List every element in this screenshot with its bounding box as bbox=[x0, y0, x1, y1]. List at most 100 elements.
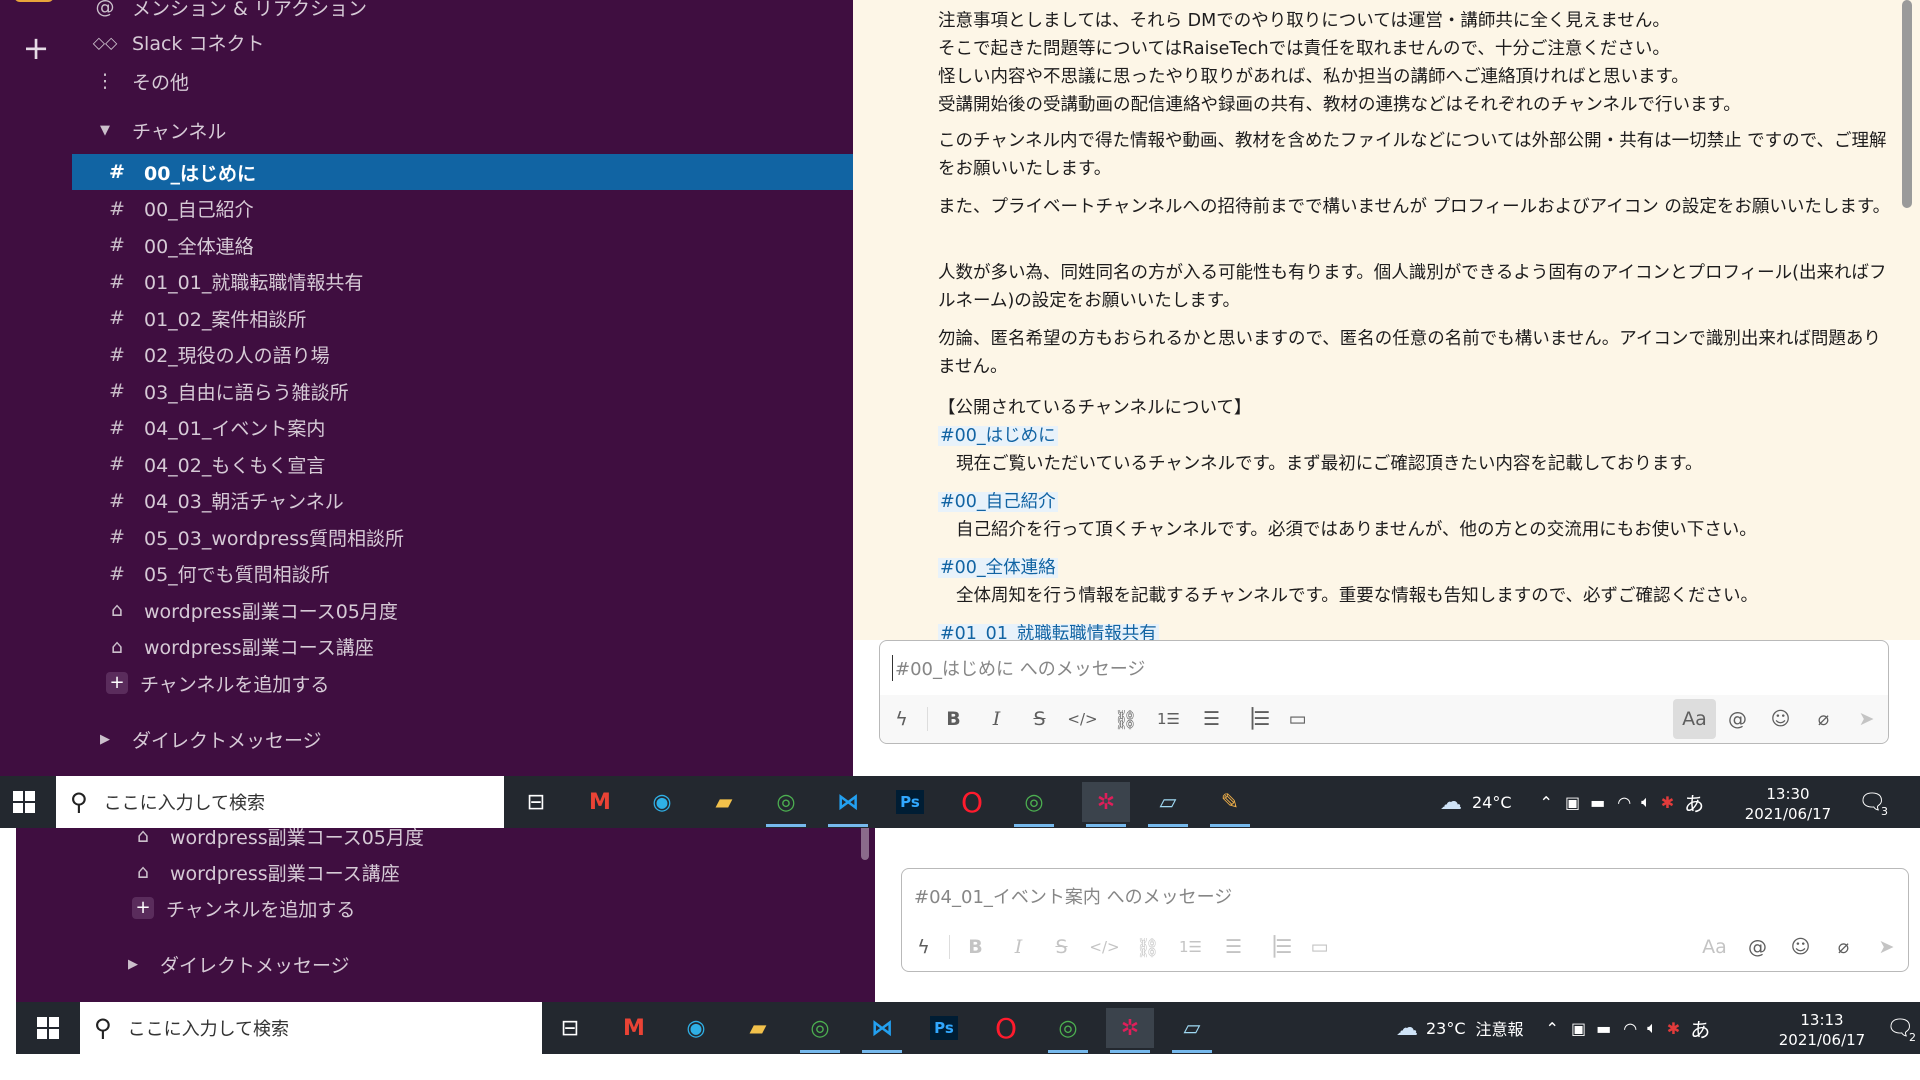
attachment-icon[interactable]: ⌀ bbox=[1802, 708, 1845, 730]
system-tray: ☁ 24°C ⌃ ▣ ▬ ◠ 🔈︎ ✱ あ bbox=[1440, 776, 1704, 828]
bulleted-list-icon[interactable]: ☰ bbox=[1212, 936, 1255, 958]
photoshop-icon[interactable]: Ps bbox=[886, 782, 934, 822]
opera-icon[interactable]: O bbox=[982, 1008, 1030, 1048]
back-clock[interactable]: 13:13 2021/06/17 bbox=[1772, 1010, 1872, 1050]
message-composer[interactable]: #00_はじめに へのメッセージ ϟ B I S </> ⛓ 1☰ ☰ ▕☰ ▭… bbox=[879, 640, 1889, 744]
back-aa-format-button[interactable]: Aa bbox=[1693, 936, 1736, 958]
slack-icon[interactable]: ✲ bbox=[1082, 782, 1130, 827]
back-add-channel-button[interactable]: + チャンネルを追加する bbox=[128, 890, 875, 926]
back-dm-section-toggle[interactable]: ▶ ダイレクトメッセージ bbox=[118, 946, 875, 982]
back-date: 2021/06/17 bbox=[1778, 1031, 1866, 1049]
weather-cloud-icon[interactable]: ☁ bbox=[1440, 790, 1462, 815]
bulleted-list-icon[interactable]: ☰ bbox=[1190, 708, 1233, 730]
code-icon[interactable]: </> bbox=[1083, 938, 1126, 956]
code-block-icon[interactable]: ▭ bbox=[1298, 936, 1341, 958]
back-weather-temp[interactable]: 23°C bbox=[1426, 1019, 1466, 1038]
attachment-icon[interactable]: ⌀ bbox=[1822, 936, 1865, 958]
chevron-up-icon[interactable]: ⌃ bbox=[1546, 1019, 1559, 1038]
strikethrough-icon[interactable]: S bbox=[1018, 708, 1061, 730]
taskbar-search[interactable]: ⚲ ここに入力して検索 bbox=[56, 776, 504, 828]
weather-temp[interactable]: 24°C bbox=[1472, 793, 1512, 812]
message-input[interactable]: #00_はじめに へのメッセージ bbox=[892, 655, 1145, 681]
chevron-up-icon[interactable]: ⌃ bbox=[1540, 793, 1553, 812]
task-view-icon[interactable]: ⊟ bbox=[512, 782, 560, 822]
opera-icon[interactable]: O bbox=[948, 782, 996, 822]
gmail-icon[interactable]: M bbox=[610, 1008, 658, 1048]
file-explorer-icon[interactable]: ▰ bbox=[700, 782, 748, 822]
lightning-icon[interactable]: ϟ bbox=[902, 936, 945, 958]
back-mention-button[interactable]: @ bbox=[1736, 936, 1779, 958]
weather-cloud-icon[interactable]: ☁ bbox=[1396, 1016, 1418, 1041]
strikethrough-icon[interactable]: S bbox=[1040, 936, 1083, 958]
code-icon[interactable]: </> bbox=[1061, 710, 1104, 728]
chrome-icon[interactable]: ◎ bbox=[762, 782, 810, 827]
windows-start-icon[interactable] bbox=[24, 1008, 72, 1048]
divider bbox=[949, 935, 950, 959]
clock[interactable]: 13:30 2021/06/17 bbox=[1738, 784, 1838, 824]
vscode-icon[interactable]: ⋈ bbox=[858, 1008, 906, 1053]
caret-right-icon: ▶ bbox=[128, 956, 138, 972]
aa-format-button[interactable]: Aa bbox=[1673, 699, 1716, 739]
back-taskbar-search[interactable]: ⚲ ここに入力して検索 bbox=[80, 1002, 542, 1054]
camera-icon[interactable]: ▣ bbox=[1571, 1019, 1586, 1038]
chrome-icon[interactable]: ◎ bbox=[1044, 1008, 1092, 1053]
channel-link[interactable]: #01_01_就職転職情報共有 bbox=[938, 624, 1159, 640]
link-icon[interactable]: ⛓ bbox=[1126, 936, 1169, 959]
channel-link[interactable]: #00_自己紹介 bbox=[938, 492, 1058, 512]
edge-icon[interactable]: ◉ bbox=[638, 782, 686, 822]
slack-icon[interactable]: ✲ bbox=[1106, 1008, 1154, 1053]
blockquote-icon[interactable]: ▕☰ bbox=[1255, 936, 1298, 958]
paint-icon[interactable]: ✎ bbox=[1206, 782, 1254, 827]
chrome-icon[interactable]: ◎ bbox=[796, 1008, 844, 1053]
message-paragraph: 勿論、匿名希望の方もおられるかと思いますので、匿名の任意の名前でも構いません。ア… bbox=[938, 329, 1881, 377]
battery-icon[interactable]: ▬ bbox=[1590, 793, 1605, 812]
italic-icon[interactable]: I bbox=[997, 936, 1040, 958]
ordered-list-icon[interactable]: 1☰ bbox=[1169, 938, 1212, 956]
vscode-icon[interactable]: ⋈ bbox=[824, 782, 872, 827]
back-message-composer[interactable]: #04_01_イベント案内 へのメッセージ ϟ B I S </> ⛓ 1☰ ☰… bbox=[901, 868, 1909, 972]
add-channel-button[interactable]: + チャンネルを追加する bbox=[102, 665, 853, 701]
gmail-icon[interactable]: M bbox=[576, 782, 624, 822]
bold-icon[interactable]: B bbox=[954, 936, 997, 958]
blockquote-icon[interactable]: ▕☰ bbox=[1233, 708, 1276, 730]
notification-center-icon[interactable]: 🗨︎ 3 bbox=[1848, 782, 1896, 822]
back-ime-indicator[interactable]: あ bbox=[1690, 1014, 1710, 1043]
code-block-icon[interactable]: ▭ bbox=[1276, 708, 1319, 730]
back-weather-alert[interactable]: 注意報 bbox=[1476, 1016, 1524, 1040]
bold-icon[interactable]: B bbox=[932, 708, 975, 730]
photoshop-icon[interactable]: Ps bbox=[920, 1008, 968, 1048]
battery-icon[interactable]: ▬ bbox=[1596, 1019, 1611, 1038]
back-message-input[interactable]: #04_01_イベント案内 へのメッセージ bbox=[914, 883, 1232, 909]
notification-center-icon[interactable]: 🗨︎ 2 bbox=[1876, 1008, 1920, 1048]
volume-icon[interactable]: 🔈︎ bbox=[1647, 1018, 1657, 1038]
send-icon[interactable]: ➤ bbox=[1865, 936, 1908, 958]
ordered-list-icon[interactable]: 1☰ bbox=[1147, 710, 1190, 728]
emoji-icon[interactable]: ☺ bbox=[1759, 708, 1802, 730]
edge-icon[interactable]: ◉ bbox=[672, 1008, 720, 1048]
volume-icon[interactable]: 🔈︎ bbox=[1641, 792, 1651, 812]
emoji-icon[interactable]: ☺ bbox=[1779, 936, 1822, 958]
plus-icon: + bbox=[106, 672, 128, 694]
send-icon[interactable]: ➤ bbox=[1845, 708, 1888, 730]
notepad-icon[interactable]: ▱ bbox=[1144, 782, 1192, 827]
antivirus-icon[interactable]: ✱ bbox=[1661, 793, 1674, 812]
file-explorer-icon[interactable]: ▰ bbox=[734, 1008, 782, 1048]
channel-link[interactable]: #00_全体連絡 bbox=[938, 558, 1058, 578]
chrome-icon[interactable]: ◎ bbox=[1010, 782, 1058, 827]
ime-indicator[interactable]: あ bbox=[1684, 788, 1704, 817]
lock-icon: ⌂ bbox=[136, 825, 150, 847]
italic-icon[interactable]: I bbox=[975, 708, 1018, 730]
antivirus-icon[interactable]: ✱ bbox=[1667, 1019, 1680, 1038]
wifi-icon[interactable]: ◠ bbox=[1617, 793, 1631, 812]
windows-start-icon[interactable] bbox=[0, 782, 48, 822]
link-icon[interactable]: ⛓ bbox=[1104, 708, 1147, 731]
lightning-icon[interactable]: ϟ bbox=[880, 708, 923, 730]
camera-icon[interactable]: ▣ bbox=[1565, 793, 1580, 812]
wifi-icon[interactable]: ◠ bbox=[1623, 1019, 1637, 1038]
notepad-icon[interactable]: ▱ bbox=[1168, 1008, 1216, 1053]
back-channel-item[interactable]: ⌂ wordpress副業コース講座 bbox=[128, 854, 875, 890]
mention-button[interactable]: @ bbox=[1716, 708, 1759, 730]
channel-link[interactable]: #00_はじめに bbox=[938, 426, 1058, 446]
dm-section-toggle[interactable]: ▶ ダイレクトメッセージ bbox=[90, 721, 853, 757]
task-view-icon[interactable]: ⊟ bbox=[546, 1008, 594, 1048]
